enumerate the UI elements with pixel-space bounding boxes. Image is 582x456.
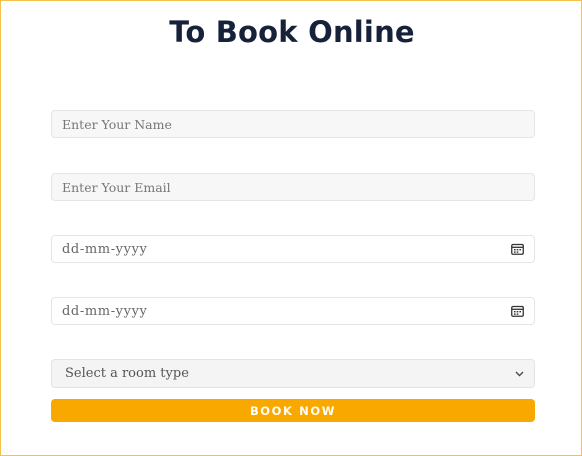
calendar-icon[interactable]: [510, 304, 524, 318]
name-placeholder: Enter Your Name: [62, 116, 172, 132]
checkin-date-input[interactable]: dd-mm-yyyy: [51, 235, 535, 263]
chevron-down-icon: [514, 369, 524, 379]
page-title: To Book Online: [169, 15, 415, 49]
book-now-button[interactable]: BOOK NOW: [51, 399, 535, 422]
email-placeholder: Enter Your Email: [62, 179, 171, 195]
calendar-icon[interactable]: [510, 242, 524, 256]
email-input[interactable]: Enter Your Email: [51, 173, 535, 201]
name-input[interactable]: Enter Your Name: [51, 110, 535, 138]
checkout-date-placeholder: dd-mm-yyyy: [62, 303, 148, 319]
room-type-select[interactable]: Select a room type: [51, 359, 535, 388]
checkout-date-input[interactable]: dd-mm-yyyy: [51, 297, 535, 325]
checkin-date-placeholder: dd-mm-yyyy: [62, 241, 148, 257]
room-type-selected-value: Select a room type: [65, 366, 189, 381]
booking-card: To Book Online Enter Your Name Enter You…: [0, 0, 582, 456]
